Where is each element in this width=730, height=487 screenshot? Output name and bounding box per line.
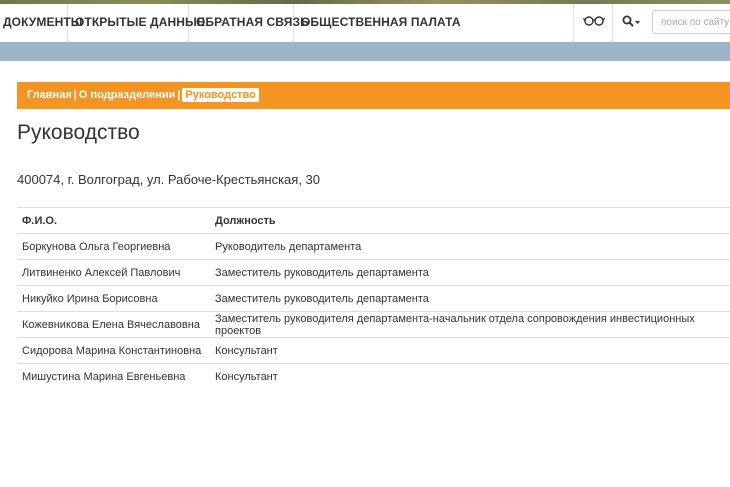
nav-item-open-data[interactable]: ОТКРЫТЫЕ ДАННЫЕ bbox=[68, 4, 205, 42]
staff-name: Боркунова Ольга Георгиевна bbox=[17, 233, 210, 260]
address-text: 400074, г. Волгоград, ул. Рабоче-Крестья… bbox=[17, 172, 320, 187]
breadcrumb-current: Руководство bbox=[182, 88, 259, 102]
page-title: Руководство bbox=[17, 121, 140, 144]
staff-position: Заместитель руководитель департамента bbox=[210, 259, 730, 286]
breadcrumb-section-link[interactable]: О подразделении bbox=[79, 89, 175, 101]
staff-position: Заместитель руководителя департамента-на… bbox=[210, 311, 730, 338]
table-row: Боркунова Ольга Георгиевна Руководитель … bbox=[17, 233, 730, 260]
staff-position: Консультант bbox=[210, 363, 730, 389]
table-row: Мишустина Марина Евгеньевна Консультант bbox=[17, 363, 730, 389]
glasses-icon bbox=[582, 16, 606, 26]
search-input[interactable] bbox=[652, 10, 730, 34]
nav-item-documents[interactable]: ДОКУМЕНТЫ bbox=[0, 4, 83, 42]
staff-position: Заместитель руководитель департамента bbox=[210, 285, 730, 312]
staff-position: Руководитель департамента bbox=[210, 233, 730, 260]
staff-name: Литвиненко Алексей Павлович bbox=[17, 259, 210, 286]
breadcrumb-home-link[interactable]: Главная bbox=[27, 89, 72, 101]
column-header-name: Ф.И.О. bbox=[17, 207, 210, 234]
nav-item-public-chamber[interactable]: ОБЩЕСТВЕННАЯ ПАЛАТА bbox=[294, 4, 460, 42]
caret-down-icon bbox=[635, 21, 640, 24]
nav-item-feedback[interactable]: ОБРАТНАЯ СВЯЗЬ bbox=[189, 4, 309, 42]
accessibility-button[interactable] bbox=[573, 4, 613, 42]
column-header-position: Должность bbox=[210, 207, 730, 234]
breadcrumb-separator: | bbox=[73, 89, 77, 101]
subheader-bar bbox=[0, 42, 730, 61]
staff-table: Ф.И.О. Должность Боркунова Ольга Георгие… bbox=[17, 207, 730, 389]
breadcrumb: Главная | О подразделении | Руководство bbox=[17, 82, 730, 109]
table-row: Сидорова Марина Константиновна Консульта… bbox=[17, 337, 730, 364]
table-row: Никуйко Ирина Борисовна Заместитель руко… bbox=[17, 285, 730, 312]
top-navbar: ДОКУМЕНТЫ ОТКРЫТЫЕ ДАННЫЕ ОБРАТНАЯ СВЯЗЬ… bbox=[0, 4, 730, 43]
staff-name: Сидорова Марина Константиновна bbox=[17, 337, 210, 364]
staff-name: Мишустина Марина Евгеньевна bbox=[17, 363, 210, 389]
table-header-row: Ф.И.О. Должность bbox=[17, 207, 730, 234]
search-dropdown-button[interactable] bbox=[613, 4, 647, 42]
table-row: Литвиненко Алексей Павлович Заместитель … bbox=[17, 259, 730, 286]
staff-name: Никуйко Ирина Борисовна bbox=[17, 285, 210, 312]
staff-position: Консультант bbox=[210, 337, 730, 364]
staff-name: Кожевникова Елена Вячеславовна bbox=[17, 311, 210, 338]
table-row: Кожевникова Елена Вячеславовна Заместите… bbox=[17, 311, 730, 338]
